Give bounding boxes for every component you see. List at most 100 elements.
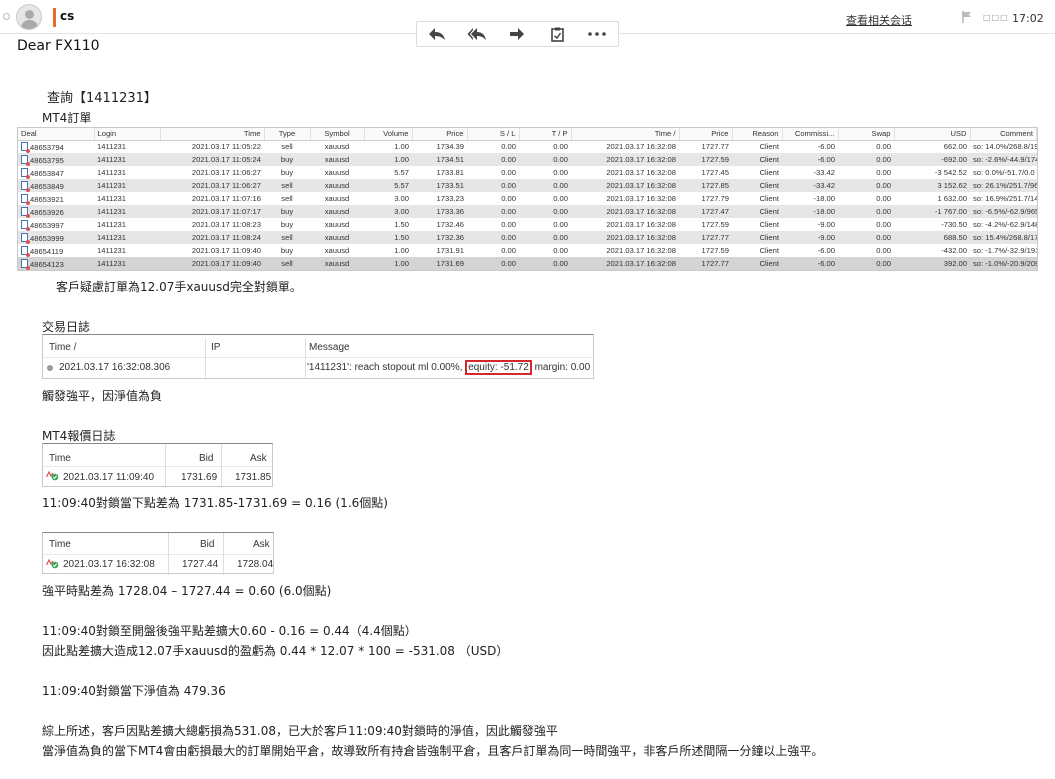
reply-button[interactable] bbox=[417, 22, 457, 46]
orders-col-header[interactable]: Price bbox=[412, 128, 468, 141]
orders-col-header[interactable]: T / P bbox=[519, 128, 572, 141]
quote-col-divider bbox=[223, 533, 224, 575]
table-cell: xauusd bbox=[324, 142, 350, 152]
deal-icon bbox=[21, 232, 30, 244]
table-cell: so: -6.5%/-62.9/965.4 bbox=[970, 205, 1037, 218]
spread-at-stopout: 強平時點差為 1728.04 – 1727.44 = 0.60 (6.0個點) bbox=[42, 584, 332, 598]
quote-col-ask: Ask bbox=[253, 539, 270, 550]
table-cell: 1.00 bbox=[394, 246, 409, 255]
table-row[interactable]: 48653926 1411231 2021.03.17 11:07:17 buy xau… bbox=[18, 205, 1037, 218]
table-cell: 1411231 bbox=[97, 194, 126, 203]
query-title: 查詢【1411231】 bbox=[47, 91, 157, 106]
table-cell: 2021.03.17 16:32:08 bbox=[571, 257, 679, 270]
table-row[interactable]: 48653794 1411231 2021.03.17 11:05:22 sell xa… bbox=[18, 140, 1037, 153]
table-cell: 0.00 bbox=[501, 168, 516, 177]
deal-icon bbox=[21, 154, 30, 166]
select-radio[interactable] bbox=[3, 13, 10, 20]
orders-col-header[interactable]: Deal bbox=[18, 128, 95, 141]
spread-at-lock: 11:09:40對鎖當下點差為 1731.85-1731.69 = 0.16 (… bbox=[42, 496, 388, 510]
table-cell: 1411231 bbox=[94, 153, 160, 166]
journal-entry-message: '1411231': reach stopout ml 0.00%, equit… bbox=[307, 360, 590, 375]
orders-table: Deal Login Time Type Symbol Volume Price S / LT… bbox=[17, 127, 1038, 271]
deal-icon bbox=[21, 141, 30, 153]
orders-col-header[interactable]: Price bbox=[679, 128, 733, 141]
deal-id: 48653997 bbox=[30, 220, 64, 230]
orders-col-header[interactable]: Swap bbox=[838, 128, 895, 141]
table-row[interactable]: 48654123 1411231 2021.03.17 11:09:40 sell xa… bbox=[18, 257, 1037, 270]
table-cell: sell bbox=[264, 231, 310, 244]
delete-button[interactable] bbox=[537, 22, 577, 46]
table-cell: 2021.03.17 16:32:08 bbox=[606, 220, 676, 229]
view-thread-link[interactable]: 查看相关会话 bbox=[846, 12, 912, 28]
orders-col-header[interactable]: Time bbox=[160, 128, 265, 141]
table-cell: 2021.03.17 11:09:40 bbox=[160, 257, 264, 270]
table-cell: so: -1.7%/-32.9/1918.6 bbox=[973, 246, 1037, 255]
table-cell: 0.00 bbox=[838, 179, 894, 192]
orders-col-header[interactable]: Symbol bbox=[310, 128, 365, 141]
orders-col-header[interactable]: Time / bbox=[571, 128, 680, 141]
table-row[interactable]: 48654119 1411231 2021.03.17 11:09:40 buy xau… bbox=[18, 244, 1037, 257]
table-cell: 1411231 bbox=[97, 246, 126, 255]
orders-col-header[interactable]: S / L bbox=[467, 128, 520, 141]
flag-icon[interactable] bbox=[962, 11, 972, 23]
message-time: 17:02 bbox=[1012, 12, 1044, 25]
table-cell: 3 152.62 bbox=[894, 179, 970, 192]
conclusion-line-2: 當淨值為負的當下MT4會由虧損最大的訂單開始平倉，故導致所有持倉皆強制平倉，且客… bbox=[42, 744, 824, 758]
table-row[interactable]: 48653847 1411231 2021.03.17 11:06:27 buy xau… bbox=[18, 166, 1037, 179]
reply-all-button[interactable] bbox=[457, 22, 497, 46]
orders-col-header[interactable]: Login bbox=[94, 128, 161, 141]
table-cell: 0.00 bbox=[876, 220, 891, 229]
table-row[interactable]: 48653997 1411231 2021.03.17 11:08:23 buy xau… bbox=[18, 218, 1037, 231]
orders-col-header[interactable]: Comment bbox=[970, 128, 1037, 141]
orders-col-header[interactable]: Volume bbox=[364, 128, 413, 141]
table-cell: 2021.03.17 11:08:23 bbox=[191, 220, 261, 229]
table-cell: 0.00 bbox=[553, 168, 568, 177]
deal-icon bbox=[21, 219, 30, 231]
deal-id: 48654119 bbox=[30, 246, 64, 256]
table-cell: Client bbox=[759, 220, 779, 229]
table-cell: 48654119 bbox=[18, 244, 94, 257]
table-cell: 48653999 bbox=[18, 231, 94, 244]
table-cell: 0.00 bbox=[519, 257, 571, 270]
table-cell: sell bbox=[264, 179, 310, 192]
quote-table-1: Time Bid Ask 2021.03.17 11:09:40 1731.69… bbox=[42, 443, 273, 488]
table-cell: -18.00 bbox=[813, 194, 835, 203]
table-row[interactable]: 48653849 1411231 2021.03.17 11:06:27 sell xa… bbox=[18, 179, 1037, 192]
table-cell: Client bbox=[732, 205, 782, 218]
sender-color-bar bbox=[53, 8, 56, 27]
table-cell: 688.50 bbox=[894, 231, 970, 244]
table-cell: 2021.03.17 16:32:08 bbox=[571, 179, 679, 192]
table-cell: buy bbox=[264, 205, 310, 218]
deal-id: 48654123 bbox=[30, 259, 64, 269]
table-cell: -33.42 bbox=[782, 179, 838, 192]
greeting: Dear FX110 bbox=[17, 38, 100, 54]
table-cell: -33.42 bbox=[813, 168, 835, 177]
journal-title: 交易日誌 bbox=[42, 320, 91, 334]
table-cell: 0.00 bbox=[838, 205, 894, 218]
more-button[interactable] bbox=[577, 22, 617, 46]
table-cell: 1727.59 bbox=[701, 220, 729, 229]
table-cell: Client bbox=[732, 153, 782, 166]
orders-col-header[interactable]: Type bbox=[264, 128, 311, 141]
spread-widening: 11:09:40對鎖至開盤後強平點差擴大0.60 - 0.16 = 0.44（4… bbox=[42, 624, 417, 638]
table-row[interactable]: 48653795 1411231 2021.03.17 11:05:24 buy xau… bbox=[18, 153, 1037, 166]
journal-entry-time: 2021.03.17 16:32:08.306 bbox=[59, 362, 171, 373]
table-cell: Client bbox=[759, 142, 779, 152]
forward-button[interactable] bbox=[497, 22, 537, 46]
forward-icon bbox=[510, 28, 524, 40]
orders-col-header[interactable]: Reason bbox=[732, 128, 783, 141]
table-cell: 1.50 bbox=[394, 220, 409, 229]
journal-col-ip: IP bbox=[211, 342, 221, 353]
orders-col-header[interactable]: Commissi... bbox=[782, 128, 839, 141]
table-cell: 0.00 bbox=[553, 246, 568, 255]
table-cell: 1732.36 bbox=[412, 231, 467, 244]
table-row[interactable]: 48653999 1411231 2021.03.17 11:08:24 sell xa… bbox=[18, 231, 1037, 244]
sender-name[interactable]: cs bbox=[60, 9, 74, 23]
avatar[interactable] bbox=[16, 4, 42, 30]
table-row[interactable]: 48653921 1411231 2021.03.17 11:07:16 sell xa… bbox=[18, 192, 1037, 205]
orders-col-header[interactable]: USD bbox=[894, 128, 971, 141]
quote-tick-icon bbox=[46, 470, 59, 481]
table-cell: 2021.03.17 11:06:27 bbox=[191, 168, 261, 177]
quotes-title: MT4報價日誌 bbox=[42, 429, 116, 443]
conclusion-line-1: 綜上所述，客戶因點差擴大總虧損為531.08，已大於客戶11:09:40對鎖時的… bbox=[42, 724, 558, 738]
